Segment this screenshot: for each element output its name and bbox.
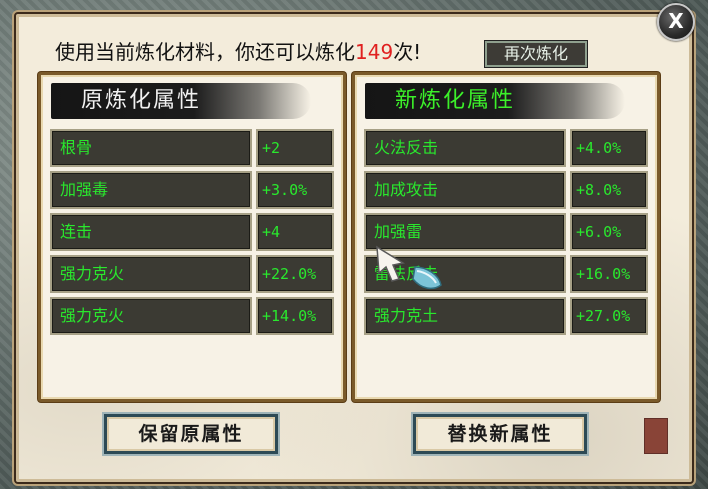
attribute-name: 根骨 <box>50 129 252 167</box>
attribute-value: +2 <box>256 129 334 167</box>
message-suffix: 次! <box>393 40 422 64</box>
attribute-name: 加成攻击 <box>364 171 566 209</box>
attribute-value: +14.0% <box>256 297 334 335</box>
attribute-name: 强力克火 <box>50 297 252 335</box>
attribute-value: +8.0% <box>570 171 648 209</box>
mouse-cursor-icon <box>376 245 442 290</box>
attribute-value: +4 <box>256 213 334 251</box>
attribute-name: 火法反击 <box>364 129 566 167</box>
refine-again-button[interactable]: 再次炼化 <box>484 40 588 68</box>
original-title-banner: 原炼化属性 <box>51 83 311 119</box>
new-title: 新炼化属性 <box>395 88 516 113</box>
attribute-value: +3.0% <box>256 171 334 209</box>
remaining-message: 使用当前炼化材料，你还可以炼化149次! <box>55 38 421 66</box>
keep-original-button[interactable]: 保留原属性 <box>104 414 278 454</box>
attribute-value: +6.0% <box>570 213 648 251</box>
new-attributes-panel: 新炼化属性 火法反击 +4.0% 加成攻击 +8.0% 加强雷 +6.0% 雷法… <box>352 72 660 402</box>
attribute-name: 连击 <box>50 213 252 251</box>
replace-new-button[interactable]: 替换新属性 <box>413 414 587 454</box>
remaining-count: 149 <box>355 40 394 64</box>
original-attributes-panel: 原炼化属性 根骨 +2 加强毒 +3.0% 连击 +4 强力克火 +22.0% … <box>38 72 346 402</box>
attribute-value: +22.0% <box>256 255 334 293</box>
close-button[interactable]: X <box>657 3 695 41</box>
attribute-name: 加强毒 <box>50 171 252 209</box>
attribute-value: +16.0% <box>570 255 648 293</box>
attribute-value: +27.0% <box>570 297 648 335</box>
message-prefix: 使用当前炼化材料，你还可以炼化 <box>55 40 355 64</box>
seal-stamp-icon <box>644 418 668 454</box>
attribute-name: 强力克土 <box>364 297 566 335</box>
attribute-name: 强力克火 <box>50 255 252 293</box>
original-title: 原炼化属性 <box>81 88 202 113</box>
attribute-value: +4.0% <box>570 129 648 167</box>
new-title-banner: 新炼化属性 <box>365 83 625 119</box>
